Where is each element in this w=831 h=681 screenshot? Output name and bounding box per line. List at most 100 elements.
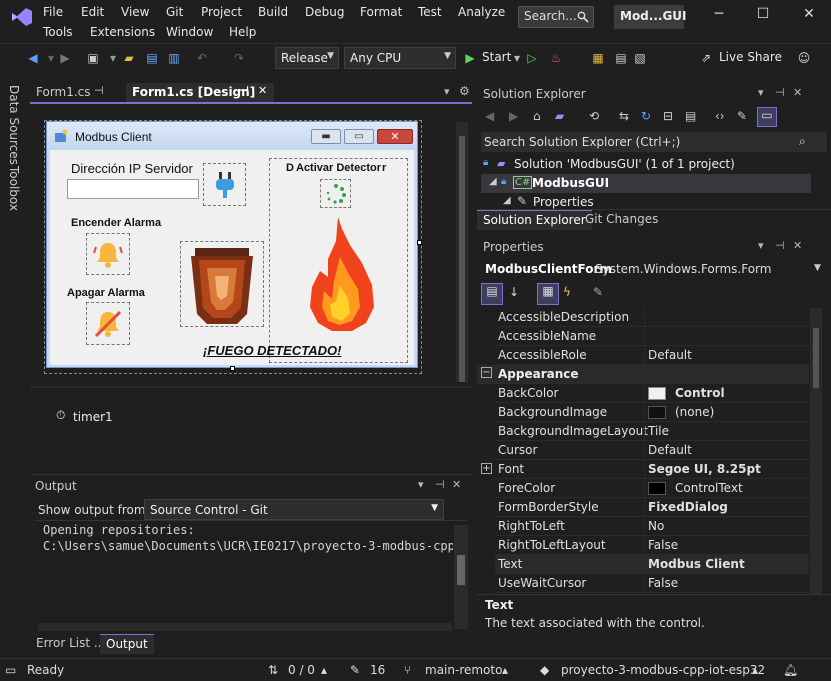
menu-build[interactable]: Build: [258, 5, 288, 19]
menu-git[interactable]: Git: [166, 5, 183, 19]
tab-error-list[interactable]: Error List ...: [36, 636, 105, 650]
menu-help[interactable]: Help: [229, 25, 256, 39]
pin-icon[interactable]: ⊣: [775, 239, 785, 252]
output-vertical-scrollbar[interactable]: [454, 525, 468, 629]
property-row[interactable]: UseWaitCursor False: [495, 574, 809, 593]
minimize-button[interactable]: ─: [707, 6, 731, 26]
detector-image-box[interactable]: [180, 241, 264, 327]
scrollbar-thumb[interactable]: [457, 555, 465, 585]
detector-groupbox[interactable]: D Activar Detector r: [269, 158, 408, 363]
vertical-scrollbar[interactable]: [456, 122, 468, 382]
close-window-button[interactable]: ✕: [797, 6, 821, 26]
forward-icon[interactable]: ▶: [509, 109, 518, 123]
output-text-area[interactable]: Opening repositories: C:\Users\samue\Doc…: [34, 520, 468, 634]
tab-git-changes[interactable]: Git Changes: [585, 212, 658, 226]
pin-icon[interactable]: ⊣: [239, 84, 249, 97]
open-folder-icon[interactable]: ▰: [120, 49, 138, 67]
preview-selected-icon[interactable]: ▭: [757, 107, 777, 127]
visual-studio-logo-icon[interactable]: [8, 6, 34, 28]
tab-form1-cs[interactable]: Form1.cs ⊣: [30, 83, 124, 103]
property-row[interactable]: AccessibleName: [495, 327, 809, 346]
start-button-label[interactable]: Start: [482, 50, 511, 64]
start-play-icon[interactable]: ▶: [461, 49, 479, 67]
close-icon[interactable]: ✕: [793, 239, 802, 252]
property-row[interactable]: FormBorderStyle FixedDialog: [495, 498, 809, 517]
history-icon[interactable]: ⟲: [589, 109, 599, 123]
dropdown-chevron-icon[interactable]: ▴: [321, 663, 327, 677]
home-icon[interactable]: ⌂: [533, 109, 541, 123]
property-row[interactable]: Cursor Default: [495, 441, 809, 460]
status-repository[interactable]: proyecto-3-modbus-cpp-iot-esp32: [561, 663, 765, 677]
new-project-icon[interactable]: ▣: [84, 49, 102, 67]
toolbar-icon[interactable]: ▤: [612, 49, 630, 67]
solution-name-badge[interactable]: Mod...GUI: [614, 5, 687, 29]
status-edits[interactable]: 16: [370, 663, 385, 677]
menu-analyze[interactable]: Analyze: [458, 5, 505, 19]
property-row[interactable]: RightToLeftLayout False: [495, 536, 809, 555]
activate-detector-button[interactable]: [320, 179, 351, 208]
form-close-button[interactable]: ✕: [377, 129, 413, 144]
menu-view[interactable]: View: [121, 5, 149, 19]
toolbox-tab[interactable]: Toolbox: [7, 166, 21, 211]
tab-solution-explorer[interactable]: Solution Explorer: [477, 210, 592, 230]
notification-bell-icon[interactable]: 🔔︎: [783, 663, 798, 677]
dropdown-chevron-icon[interactable]: ▴: [502, 663, 508, 677]
alphabetical-icon[interactable]: ↓: [509, 285, 519, 299]
status-branch[interactable]: main-remoto: [425, 663, 502, 677]
tab-form1-design[interactable]: Form1.cs [Design] ⊣ ✕: [126, 83, 274, 103]
hot-reload-icon[interactable]: ♨: [547, 49, 565, 67]
resize-handle[interactable]: [417, 240, 422, 245]
back-icon[interactable]: ◀: [485, 109, 494, 123]
menu-file[interactable]: File: [43, 5, 63, 19]
start-without-debugging-icon[interactable]: ▷: [523, 49, 541, 67]
live-share-button[interactable]: Live Share: [719, 50, 782, 64]
search-box[interactable]: Search...: [518, 6, 594, 28]
refresh-icon[interactable]: ↻: [641, 109, 651, 123]
live-share-icon[interactable]: ⇗: [697, 49, 715, 67]
property-pages-icon[interactable]: ✎: [593, 285, 603, 299]
dropdown-chevron-icon[interactable]: ▾: [758, 86, 764, 99]
close-icon[interactable]: ✕: [452, 478, 461, 491]
component-tray[interactable]: ⏱ timer1: [30, 386, 472, 472]
property-row-selected[interactable]: Text Modbus Client: [495, 555, 809, 574]
menu-extensions[interactable]: Extensions: [90, 25, 155, 39]
property-row[interactable]: + Font Segoe UI, 8.25pt: [481, 460, 809, 479]
tab-output[interactable]: Output: [100, 634, 154, 654]
output-horizontal-scrollbar[interactable]: [38, 623, 452, 631]
navigate-forward-icon[interactable]: ▶: [56, 49, 74, 67]
timer1-component[interactable]: timer1: [73, 410, 113, 424]
tree-item-solution[interactable]: 🔒︎ ▰ Solution 'ModbusGUI' (1 of 1 projec…: [481, 155, 827, 174]
show-all-files-icon[interactable]: ▤: [685, 109, 696, 123]
feedback-icon[interactable]: ☺: [795, 49, 813, 67]
data-sources-tab[interactable]: Data Sources: [7, 85, 21, 165]
pin-icon[interactable]: ⊣: [435, 478, 445, 491]
menu-tools[interactable]: Tools: [43, 25, 73, 39]
tab-dropdown-icon[interactable]: ▾: [444, 85, 450, 98]
property-row[interactable]: BackgroundImageLayout Tile: [495, 422, 809, 441]
pin-icon[interactable]: ⊣: [775, 86, 785, 99]
dropdown-chevron-icon[interactable]: ▴: [752, 663, 758, 677]
close-icon[interactable]: ✕: [793, 86, 802, 99]
menu-test[interactable]: Test: [418, 5, 442, 19]
expand-arrow-icon[interactable]: ◢: [489, 176, 497, 187]
settings-gear-icon[interactable]: ⚙: [459, 84, 470, 98]
vs-switch-views-icon[interactable]: ▰: [555, 109, 564, 123]
object-selector[interactable]: ModbusClientForm System.Windows.Forms.Fo…: [481, 260, 827, 280]
toolbar-icon[interactable]: ▧: [631, 49, 649, 67]
ip-address-input[interactable]: [67, 179, 199, 199]
properties-view-icon[interactable]: ▦: [537, 283, 559, 305]
pin-icon[interactable]: ⊣: [94, 84, 104, 97]
menu-window[interactable]: Window: [166, 25, 213, 39]
solution-folder-icon[interactable]: ▦: [589, 49, 607, 67]
alarm-off-button[interactable]: [86, 302, 130, 345]
collapse-icon[interactable]: −: [481, 367, 492, 378]
scrollbar-thumb[interactable]: [459, 136, 465, 382]
resize-handle[interactable]: [230, 366, 235, 371]
property-row[interactable]: BackColor Control: [495, 384, 809, 403]
view-code-icon[interactable]: ‹›: [715, 109, 725, 123]
redo-icon[interactable]: ↷: [230, 49, 248, 67]
undo-icon[interactable]: ↶: [193, 49, 211, 67]
property-row[interactable]: BackgroundImage (none): [495, 403, 809, 422]
status-changes[interactable]: 0 / 0: [288, 663, 315, 677]
property-row[interactable]: ForeColor ControlText: [495, 479, 809, 498]
